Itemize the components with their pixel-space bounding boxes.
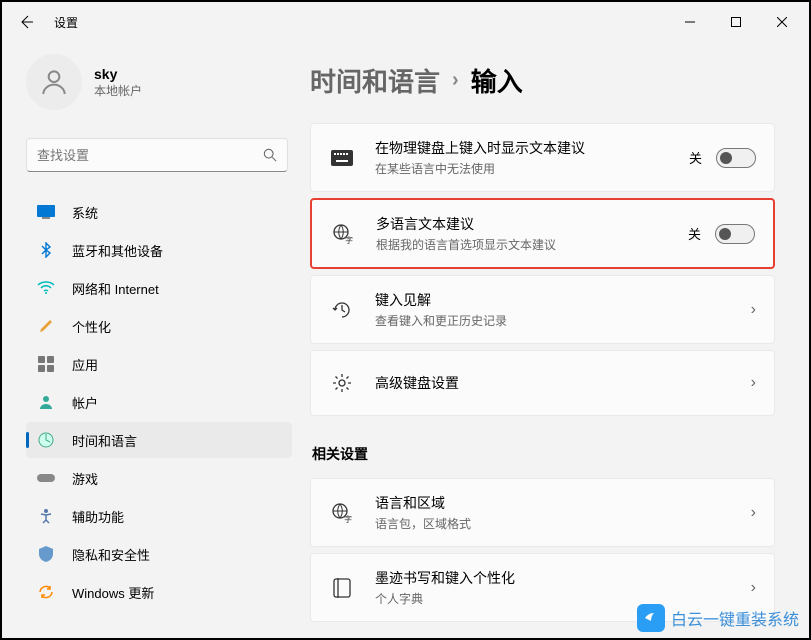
globe-text-icon: 字 — [329, 502, 355, 524]
breadcrumb: 时间和语言 › 输入 — [310, 62, 775, 99]
minimize-button[interactable] — [667, 6, 713, 38]
toggle-state: 关 — [689, 148, 702, 167]
sidebar-item-personalization[interactable]: 个性化 — [26, 308, 292, 344]
back-arrow-icon — [18, 14, 34, 30]
sidebar-item-privacy[interactable]: 隐私和安全性 — [26, 536, 292, 572]
card-inking-personalization[interactable]: 墨迹书写和键入个性化 个人字典 › — [310, 553, 775, 622]
brush-icon — [36, 316, 56, 336]
user-type: 本地帐户 — [94, 82, 142, 99]
sidebar-item-label: 应用 — [72, 355, 98, 374]
display-icon — [36, 202, 56, 222]
apps-icon — [36, 354, 56, 374]
card-title: 墨迹书写和键入个性化 — [375, 568, 751, 588]
sidebar-item-accessibility[interactable]: 辅助功能 — [26, 498, 292, 534]
card-subtitle: 语言包，区域格式 — [375, 515, 751, 532]
card-advanced-keyboard[interactable]: 高级键盘设置 › — [310, 350, 775, 416]
sidebar-item-label: 蓝牙和其他设备 — [72, 241, 163, 260]
user-name: sky — [94, 66, 142, 82]
card-typing-insights[interactable]: 键入见解 查看键入和更正历史记录 › — [310, 275, 775, 344]
book-icon — [329, 578, 355, 598]
toggle-switch[interactable] — [716, 148, 756, 168]
sidebar-item-bluetooth[interactable]: 蓝牙和其他设备 — [26, 232, 292, 268]
sidebar-item-system[interactable]: 系统 — [26, 194, 292, 230]
chevron-right-icon: › — [751, 374, 756, 392]
history-icon — [329, 300, 355, 320]
sidebar-item-gaming[interactable]: 游戏 — [26, 460, 292, 496]
account-icon — [36, 392, 56, 412]
sidebar-item-label: 游戏 — [72, 469, 98, 488]
related-header: 相关设置 — [312, 444, 775, 464]
card-multilingual-suggestions[interactable]: 字 多语言文本建议 根据我的语言首选项显示文本建议 关 — [310, 198, 775, 269]
breadcrumb-current: 输入 — [471, 62, 523, 99]
card-language-region[interactable]: 字 语言和区域 语言包，区域格式 › — [310, 478, 775, 547]
sidebar-item-label: 时间和语言 — [72, 431, 137, 450]
sidebar-item-label: 帐户 — [72, 393, 98, 412]
svg-text:字: 字 — [345, 235, 353, 245]
accessibility-icon — [36, 506, 56, 526]
window-title: 设置 — [54, 14, 78, 31]
sidebar-item-label: 系统 — [72, 203, 98, 222]
card-title: 在物理键盘上键入时显示文本建议 — [375, 138, 689, 158]
card-subtitle: 在某些语言中无法使用 — [375, 160, 689, 177]
toggle-switch[interactable] — [715, 224, 755, 244]
chevron-right-icon: › — [751, 301, 756, 319]
gamepad-icon — [36, 468, 56, 488]
close-button[interactable] — [759, 6, 805, 38]
search-box[interactable] — [26, 138, 288, 172]
card-subtitle: 个人字典 — [375, 590, 751, 607]
avatar — [26, 54, 82, 110]
card-title: 键入见解 — [375, 290, 751, 310]
maximize-icon — [731, 17, 741, 27]
search-input[interactable] — [37, 148, 263, 163]
chevron-right-icon: › — [452, 69, 459, 92]
sidebar-item-label: 隐私和安全性 — [72, 545, 150, 564]
breadcrumb-parent[interactable]: 时间和语言 — [310, 62, 440, 99]
search-icon — [263, 148, 277, 162]
gear-icon — [329, 373, 355, 393]
card-subtitle: 查看键入和更正历史记录 — [375, 312, 751, 329]
card-title: 高级键盘设置 — [375, 373, 751, 393]
minimize-icon — [685, 17, 695, 27]
wifi-icon — [36, 278, 56, 298]
user-block[interactable]: sky 本地帐户 — [26, 54, 302, 110]
svg-text:字: 字 — [344, 514, 352, 524]
sidebar-item-update[interactable]: Windows 更新 — [26, 574, 292, 610]
person-icon — [38, 66, 70, 98]
sidebar-item-accounts[interactable]: 帐户 — [26, 384, 292, 420]
toggle-state: 关 — [688, 224, 701, 243]
sidebar-item-time-language[interactable]: 时间和语言 — [26, 422, 292, 458]
update-icon — [36, 582, 56, 602]
globe-text-icon: 字 — [330, 223, 356, 245]
bluetooth-icon — [36, 240, 56, 260]
sidebar-item-label: 辅助功能 — [72, 507, 124, 526]
card-physical-keyboard-suggestions[interactable]: 在物理键盘上键入时显示文本建议 在某些语言中无法使用 关 — [310, 123, 775, 192]
sidebar-item-label: 网络和 Internet — [72, 279, 159, 298]
globe-clock-icon — [36, 430, 56, 450]
close-icon — [777, 17, 787, 27]
card-title: 语言和区域 — [375, 493, 751, 513]
sidebar-item-network[interactable]: 网络和 Internet — [26, 270, 292, 306]
maximize-button[interactable] — [713, 6, 759, 38]
chevron-right-icon: › — [751, 504, 756, 522]
keyboard-icon — [329, 150, 355, 166]
sidebar-item-label: 个性化 — [72, 317, 111, 336]
card-title: 多语言文本建议 — [376, 214, 688, 234]
shield-icon — [36, 544, 56, 564]
chevron-right-icon: › — [751, 579, 756, 597]
sidebar-item-label: Windows 更新 — [72, 583, 154, 602]
sidebar-item-apps[interactable]: 应用 — [26, 346, 292, 382]
back-button[interactable] — [6, 2, 46, 42]
card-subtitle: 根据我的语言首选项显示文本建议 — [376, 236, 688, 253]
